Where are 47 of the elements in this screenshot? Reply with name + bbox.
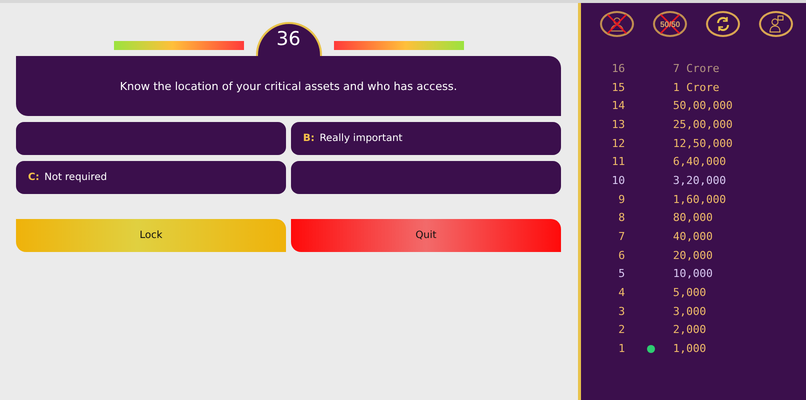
answer-option[interactable]: C: Not required (16, 161, 286, 194)
prize-level: 8 (617, 211, 625, 224)
timer: 36 (256, 22, 322, 56)
prize-level: 3 (617, 304, 625, 318)
prize-amount: 20,000 (673, 248, 713, 262)
prize-amount: 12,50,000 (673, 136, 733, 150)
prize-level: 10 (610, 174, 625, 187)
prize-level: 6 (617, 248, 625, 262)
prize-level: 15 (610, 80, 625, 94)
prize-amount: 3,20,000 (673, 174, 726, 187)
prize-amount: 1,000 (673, 342, 706, 356)
option-text: Not required (44, 172, 107, 183)
prize-level: 7 (617, 230, 625, 244)
prize-amount: 25,00,000 (673, 118, 733, 131)
prize-level: 1 (617, 342, 625, 356)
prize-amount: 50,00,000 (673, 99, 733, 112)
prize-level: 12 (610, 136, 625, 150)
prize-level: 4 (617, 286, 625, 300)
prize-amount: 3,000 (673, 304, 706, 318)
prize-amount: 10,000 (673, 267, 713, 280)
prize-amount: 7 Crore (673, 62, 720, 75)
prize-amount: 6,40,000 (673, 155, 726, 168)
question-text: Know the location of your critical assets and who has access. (16, 56, 561, 116)
option-letter: C: (28, 172, 40, 183)
prize-amount: 40,000 (673, 230, 713, 244)
option-letter: B: (303, 133, 315, 144)
prize-level: 2 (617, 323, 625, 336)
expert-lifeline-button[interactable] (758, 11, 793, 37)
prize-amount: 2,000 (673, 323, 706, 336)
prize-level: 13 (610, 118, 625, 131)
prize-amount: 80,000 (673, 211, 713, 224)
person-speech-icon (766, 15, 785, 33)
prize-level: 11 (610, 155, 625, 168)
prize-level: 9 (617, 192, 625, 206)
prize-amount: 5,000 (673, 286, 706, 300)
prize-amount: 1,60,000 (673, 192, 726, 206)
refresh-icon (714, 16, 731, 32)
answer-option[interactable]: B: Really important (291, 122, 561, 155)
prize-level: 16 (610, 62, 625, 75)
audience-lifeline-button[interactable] (600, 11, 634, 37)
prize-level: 14 (610, 99, 625, 112)
quit-button[interactable]: Quit (291, 219, 561, 252)
prize-level: 5 (617, 267, 625, 280)
option-text: Really important (320, 133, 402, 144)
swap-lifeline-button[interactable] (706, 11, 740, 37)
prize-amount: 1 Crore (673, 80, 720, 94)
lock-button[interactable]: Lock (16, 219, 286, 252)
